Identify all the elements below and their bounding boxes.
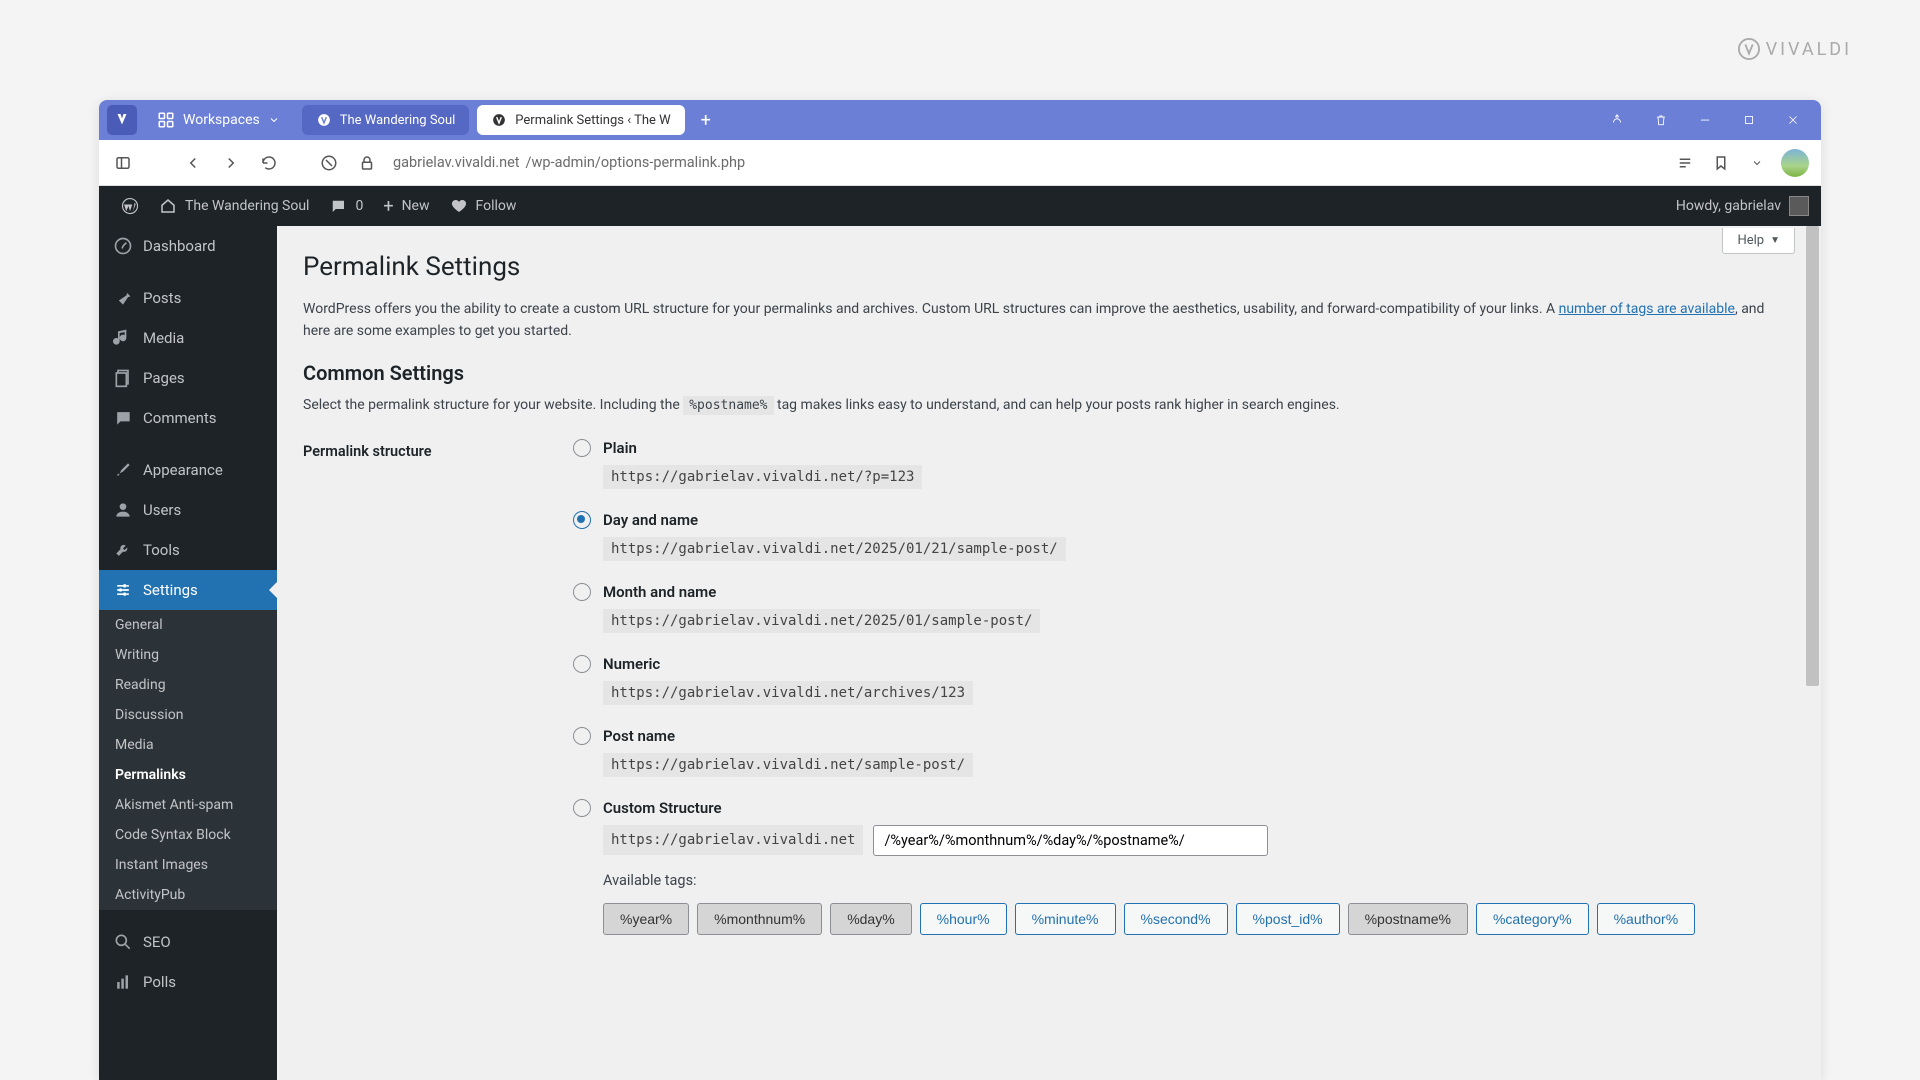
radio-plain[interactable] (573, 439, 591, 457)
shield-icon[interactable] (317, 151, 341, 175)
sidebar-item-seo[interactable]: SEO (99, 922, 277, 962)
wp-adminbar: The Wandering Soul 0 + New Follow Howdy,… (99, 186, 1821, 226)
option-month-name[interactable]: Month and name https://gabrielav.vivaldi… (573, 583, 1795, 633)
permalink-structure-label: Permalink structure (303, 439, 453, 957)
follow-link[interactable]: Follow (440, 186, 527, 226)
site-title-link[interactable]: The Wandering Soul (149, 186, 319, 226)
submenu-code-syntax[interactable]: Code Syntax Block (99, 820, 277, 850)
page-title: Permalink Settings (303, 252, 1795, 282)
profile-avatar[interactable] (1781, 149, 1809, 177)
lock-icon[interactable] (355, 151, 379, 175)
sidebar-item-comments[interactable]: Comments (99, 398, 277, 438)
tab-permalink-settings[interactable]: Permalink Settings ‹ The W (477, 105, 684, 135)
tag-year[interactable]: %year% (603, 903, 689, 935)
maximize-button[interactable] (1729, 100, 1769, 140)
new-tab-button[interactable]: + (691, 110, 721, 131)
comments-link[interactable]: 0 (319, 186, 373, 226)
submenu-media[interactable]: Media (99, 730, 277, 760)
custom-structure-input[interactable] (873, 825, 1268, 856)
tag-day[interactable]: %day% (830, 903, 911, 935)
sidebar-item-settings[interactable]: Settings (99, 570, 277, 610)
common-settings-heading: Common Settings (303, 361, 1795, 385)
bookmark-icon[interactable] (1709, 151, 1733, 175)
submenu-akismet[interactable]: Akismet Anti-spam (99, 790, 277, 820)
vivaldi-favicon-icon (316, 112, 332, 128)
sidebar-item-appearance[interactable]: Appearance (99, 450, 277, 490)
example-plain: https://gabrielav.vivaldi.net/?p=123 (603, 465, 922, 489)
vivaldi-watermark: VIVALDI (1738, 38, 1852, 60)
panel-toggle-icon[interactable] (111, 151, 135, 175)
sidebar-item-dashboard[interactable]: Dashboard (99, 226, 277, 266)
tags-link[interactable]: number of tags are available (1559, 301, 1735, 317)
vivaldi-menu-button[interactable] (107, 105, 137, 135)
scrollbar[interactable] (1804, 226, 1821, 1080)
vivaldi-favicon-icon (491, 112, 507, 128)
chevron-down-icon[interactable] (1745, 151, 1769, 175)
close-button[interactable] (1773, 100, 1813, 140)
example-day-name: https://gabrielav.vivaldi.net/2025/01/21… (603, 537, 1066, 561)
sidebar-item-users[interactable]: Users (99, 490, 277, 530)
wp-content: Help ▼ Permalink Settings WordPress offe… (277, 226, 1821, 1080)
submenu-activitypub[interactable]: ActivityPub (99, 880, 277, 910)
workspaces-button[interactable]: Workspaces (141, 111, 296, 129)
option-numeric[interactable]: Numeric https://gabrielav.vivaldi.net/ar… (573, 655, 1795, 705)
radio-day-name[interactable] (573, 511, 591, 529)
sidebar-item-tools[interactable]: Tools (99, 530, 277, 570)
wp-sidebar: Dashboard Posts Media Pages Comments App… (99, 226, 277, 1080)
tag-monthnum[interactable]: %monthnum% (697, 903, 822, 935)
submenu-instant-images[interactable]: Instant Images (99, 850, 277, 880)
tag-buttons: %year% %monthnum% %day% %hour% %minute% … (603, 903, 1795, 935)
submenu-writing[interactable]: Writing (99, 640, 277, 670)
addressbar: gabrielav.vivaldi.net/wp-admin/options-p… (99, 140, 1821, 186)
option-custom[interactable]: Custom Structure https://gabrielav.vival… (573, 799, 1795, 935)
tag-minute[interactable]: %minute% (1015, 903, 1116, 935)
intro-text: WordPress offers you the ability to crea… (303, 298, 1795, 343)
user-avatar[interactable] (1789, 196, 1809, 216)
wp-logo-icon[interactable] (111, 186, 149, 226)
sidebar-item-posts[interactable]: Posts (99, 278, 277, 318)
forward-button[interactable] (219, 151, 243, 175)
url-field[interactable]: gabrielav.vivaldi.net/wp-admin/options-p… (393, 154, 1659, 171)
option-day-name[interactable]: Day and name https://gabrielav.vivaldi.n… (573, 511, 1795, 561)
sidebar-item-pages[interactable]: Pages (99, 358, 277, 398)
radio-custom[interactable] (573, 799, 591, 817)
trash-icon[interactable] (1641, 100, 1681, 140)
scrollbar-thumb[interactable] (1806, 226, 1819, 686)
tag-postid[interactable]: %post_id% (1236, 903, 1340, 935)
tag-postname[interactable]: %postname% (1348, 903, 1468, 935)
tab-wandering-soul[interactable]: The Wandering Soul (302, 105, 470, 135)
sync-icon[interactable] (1597, 100, 1637, 140)
example-numeric: https://gabrielav.vivaldi.net/archives/1… (603, 681, 973, 705)
back-button[interactable] (181, 151, 205, 175)
radio-numeric[interactable] (573, 655, 591, 673)
minimize-button[interactable] (1685, 100, 1725, 140)
tag-hour[interactable]: %hour% (920, 903, 1007, 935)
settings-submenu: General Writing Reading Discussion Media… (99, 610, 277, 910)
browser-window: Workspaces The Wandering Soul Permalink … (99, 100, 1821, 1080)
option-plain[interactable]: Plain https://gabrielav.vivaldi.net/?p=1… (573, 439, 1795, 489)
submenu-general[interactable]: General (99, 610, 277, 640)
sidebar-item-polls[interactable]: Polls (99, 962, 277, 1002)
tag-second[interactable]: %second% (1124, 903, 1228, 935)
reload-button[interactable] (257, 151, 281, 175)
radio-post-name[interactable] (573, 727, 591, 745)
howdy-text[interactable]: Howdy, gabrielav (1676, 198, 1781, 214)
option-post-name[interactable]: Post name https://gabrielav.vivaldi.net/… (573, 727, 1795, 777)
help-tab[interactable]: Help ▼ (1722, 228, 1795, 254)
example-month-name: https://gabrielav.vivaldi.net/2025/01/sa… (603, 609, 1040, 633)
tag-author[interactable]: %author% (1597, 903, 1696, 935)
example-post-name: https://gabrielav.vivaldi.net/sample-pos… (603, 753, 973, 777)
common-settings-desc: Select the permalink structure for your … (303, 397, 1795, 413)
submenu-permalinks[interactable]: Permalinks (99, 760, 277, 790)
titlebar: Workspaces The Wandering Soul Permalink … (99, 100, 1821, 140)
submenu-discussion[interactable]: Discussion (99, 700, 277, 730)
radio-month-name[interactable] (573, 583, 591, 601)
custom-base-url: https://gabrielav.vivaldi.net (603, 825, 863, 855)
tag-category[interactable]: %category% (1476, 903, 1589, 935)
available-tags-label: Available tags: (603, 872, 1795, 889)
submenu-reading[interactable]: Reading (99, 670, 277, 700)
sidebar-item-media[interactable]: Media (99, 318, 277, 358)
reader-icon[interactable] (1673, 151, 1697, 175)
new-link[interactable]: + New (373, 186, 439, 226)
